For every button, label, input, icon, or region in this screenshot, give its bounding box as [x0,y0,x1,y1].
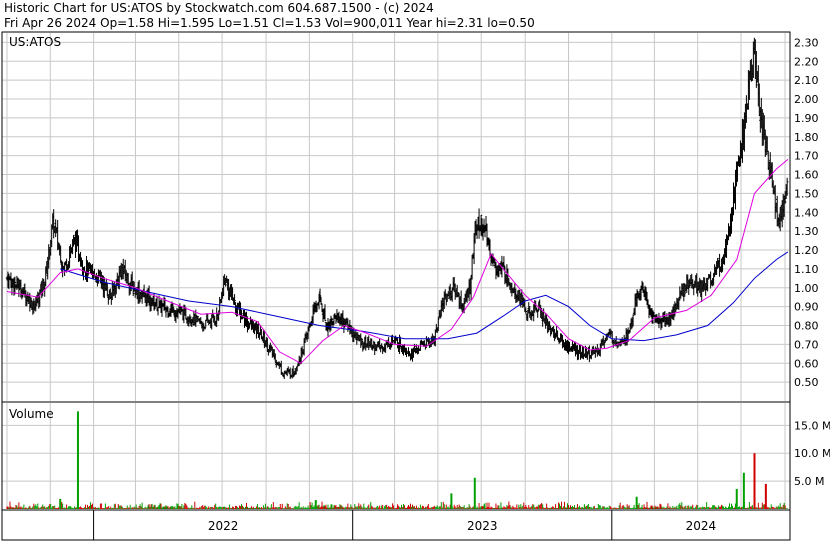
price-tick-label: 1.60 [794,169,819,182]
volume-label: Volume [9,407,54,421]
price-tick-label: 2.10 [794,74,819,87]
price-tick-label: 0.60 [794,357,819,370]
year-tick-label: 2023 [467,519,498,533]
price-tick-label: 2.00 [794,93,819,106]
price-tick-label: 1.20 [794,244,819,257]
price-tick-label: 0.90 [794,301,819,314]
price-tick-label: 1.90 [794,112,819,125]
price-tick-label: 1.40 [794,206,819,219]
price-tick-label: 0.50 [794,376,819,389]
price-tick-label: 1.10 [794,263,819,276]
price-tick-label: 1.30 [794,225,819,238]
price-tick-label: 1.80 [794,131,819,144]
volume-tick-label: 10.0 M [794,447,830,460]
header-line-2: Fri Apr 26 2024 Op=1.58 Hi=1.595 Lo=1.51… [4,16,535,30]
year-tick-label: 2022 [208,519,239,533]
volume-tick-label: 5.0 M [794,475,824,488]
price-tick-label: 2.20 [794,55,819,68]
price-tick-label: 0.70 [794,338,819,351]
stock-chart: Historic Chart for US:ATOS by Stockwatch… [0,0,830,543]
price-tick-label: 2.30 [794,36,819,49]
volume-tick-label: 15.0 M [794,419,830,432]
price-tick-label: 0.80 [794,320,819,333]
price-tick-label: 1.00 [794,282,819,295]
header-line-1: Historic Chart for US:ATOS by Stockwatch… [4,1,434,15]
price-tick-label: 1.70 [794,150,819,163]
year-tick-label: 2024 [686,519,717,533]
price-tick-label: 1.50 [794,187,819,200]
symbol-label: US:ATOS [9,35,61,49]
